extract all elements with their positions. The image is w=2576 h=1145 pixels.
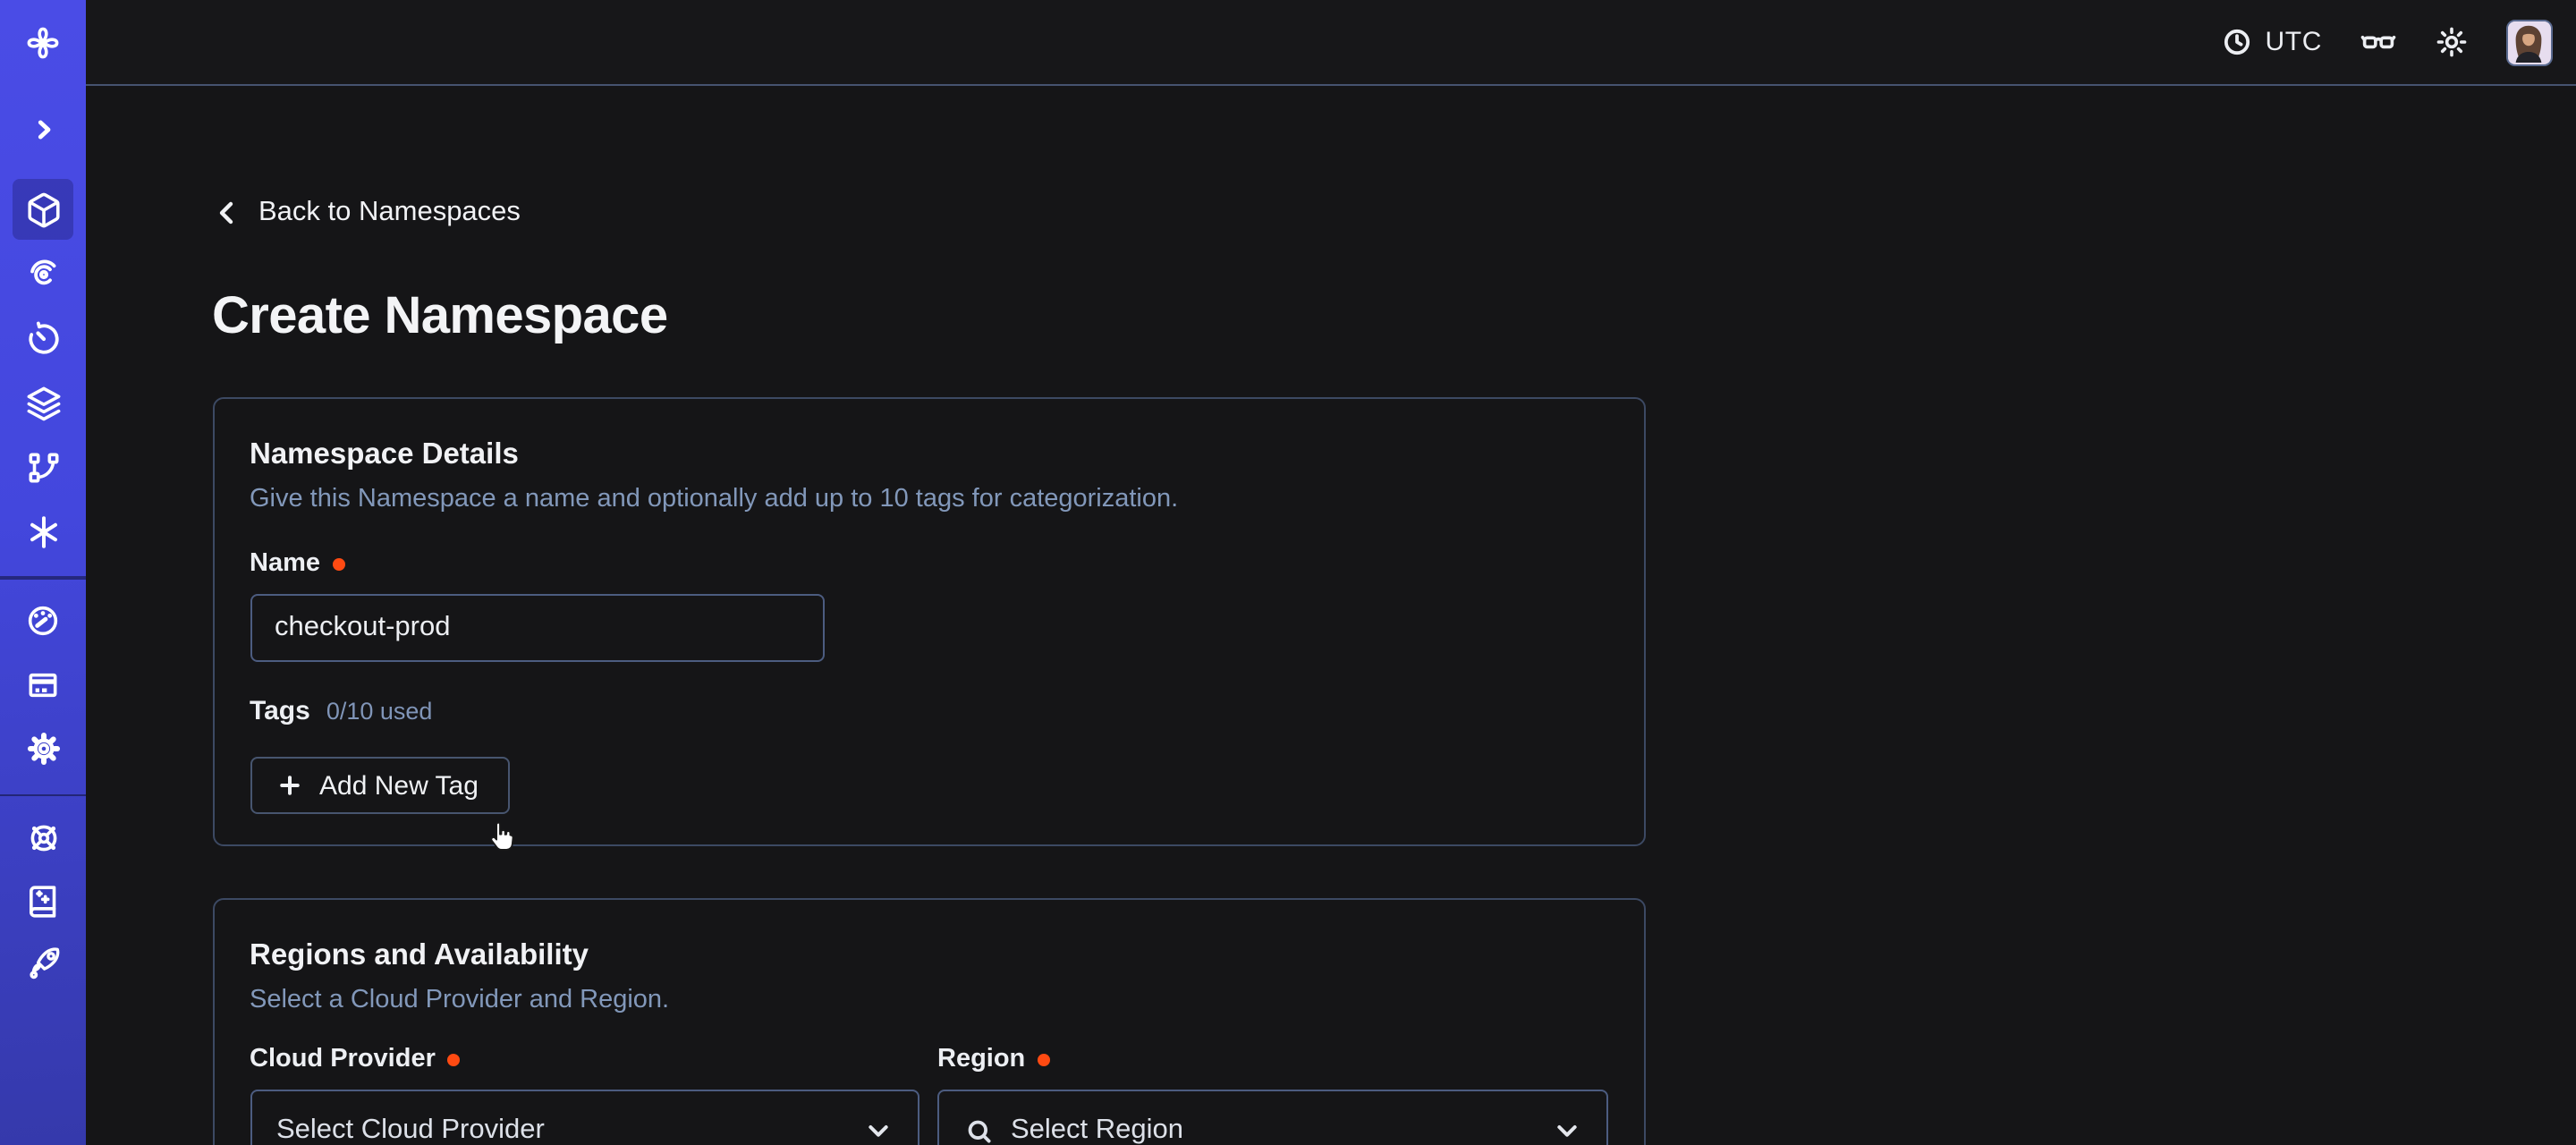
cloud-provider-select[interactable]: Select Cloud Provider [250,1090,919,1145]
sidebar-divider [0,793,86,796]
page-title: Create Namespace [212,288,2576,347]
sidebar-nav-account [0,588,86,781]
sidebar-item-usage[interactable] [13,589,73,650]
sidebar-nav-help [0,807,86,995]
required-indicator [1038,1054,1050,1066]
region-label: Region [937,1045,1025,1073]
timer-icon [24,319,62,357]
clock-icon [2223,27,2253,57]
cloud-provider-label: Cloud Provider [250,1045,436,1073]
gear-icon [24,730,62,768]
sidebar-item-get-started[interactable] [13,934,73,993]
spiral-icon [24,255,62,293]
sidebar-item-nexus[interactable] [13,501,73,562]
sidebar-item-settings[interactable] [13,718,73,779]
sidebar-nav-primary [0,177,86,564]
tags-usage-counter: 0/10 used [326,698,433,725]
chevron-down-icon [864,1116,893,1145]
life-ring-icon [24,819,62,857]
regions-card: Regions and Availability Select a Cloud … [212,898,1645,1145]
sidebar-item-billing[interactable] [13,654,73,715]
sidebar-divider [0,576,86,579]
avatar[interactable] [2506,19,2553,65]
chevron-right-icon [30,115,56,142]
chevron-left-icon [212,199,241,227]
cloud-provider-field: Cloud Provider Select Cloud Provider [250,1045,919,1145]
branch-icon [24,448,62,486]
sidebar-item-deployments[interactable] [13,372,73,433]
chevron-down-icon [1552,1116,1580,1145]
cube-icon [24,191,62,228]
required-indicator [333,558,345,571]
back-link-label: Back to Namespaces [258,197,521,229]
name-label-row: Name [250,549,1607,578]
asterisk-icon [24,513,62,550]
region-field: Region Select Region [937,1045,1607,1145]
add-new-tag-label: Add New Tag [319,770,479,801]
sidebar-item-workflows[interactable] [13,243,73,304]
namespace-details-title: Namespace Details [250,438,1607,472]
sidebar-item-batch-operations[interactable] [13,437,73,497]
sidebar [0,0,86,1145]
sidebar-item-schedules[interactable] [13,308,73,369]
theme-toggle-button[interactable] [2435,25,2469,59]
create-namespace-page: UTC [0,0,2576,1145]
regions-subtitle: Select a Cloud Provider and Region. [250,986,1607,1014]
avatar-image [2508,21,2549,62]
plus-icon [276,773,301,798]
sidebar-item-namespaces[interactable] [13,179,73,240]
glasses-icon [2360,23,2397,61]
timezone-selector[interactable]: UTC [2223,27,2322,57]
name-label: Name [250,549,320,578]
main-content: Back to Namespaces Create Namespace Name… [86,86,2576,1145]
namespace-details-subtitle: Give this Namespace a name and optionall… [250,485,1607,513]
region-select-value: Select Region [1011,1115,1536,1145]
namespace-details-card: Namespace Details Give this Namespace a … [212,397,1645,846]
back-link[interactable]: Back to Namespaces [212,197,521,229]
sidebar-item-support[interactable] [13,809,73,868]
namespace-name-input[interactable] [250,594,825,662]
search-icon [964,1115,995,1145]
sidebar-item-docs[interactable] [13,871,73,930]
add-new-tag-button[interactable]: Add New Tag [250,757,511,814]
cloud-provider-select-value: Select Cloud Provider [276,1115,848,1145]
sidebar-item-home[interactable] [0,0,86,86]
temporal-logo-icon [23,23,63,63]
topbar: UTC [86,0,2576,86]
tags-label: Tags [250,696,310,726]
gauge-icon [25,602,61,638]
timezone-label: UTC [2266,27,2322,57]
rocket-icon [24,945,62,982]
required-indicator [448,1054,461,1066]
labs-toggle-button[interactable] [2360,23,2397,61]
regions-title: Regions and Availability [250,939,1607,973]
book-sparkles-icon [25,883,61,919]
tags-label-row: Tags 0/10 used [250,696,1607,726]
sidebar-expand-button[interactable] [0,104,86,154]
billing-card-icon [25,666,61,702]
layers-icon [24,384,62,421]
sun-icon [2435,25,2469,59]
region-select[interactable]: Select Region [937,1090,1607,1145]
